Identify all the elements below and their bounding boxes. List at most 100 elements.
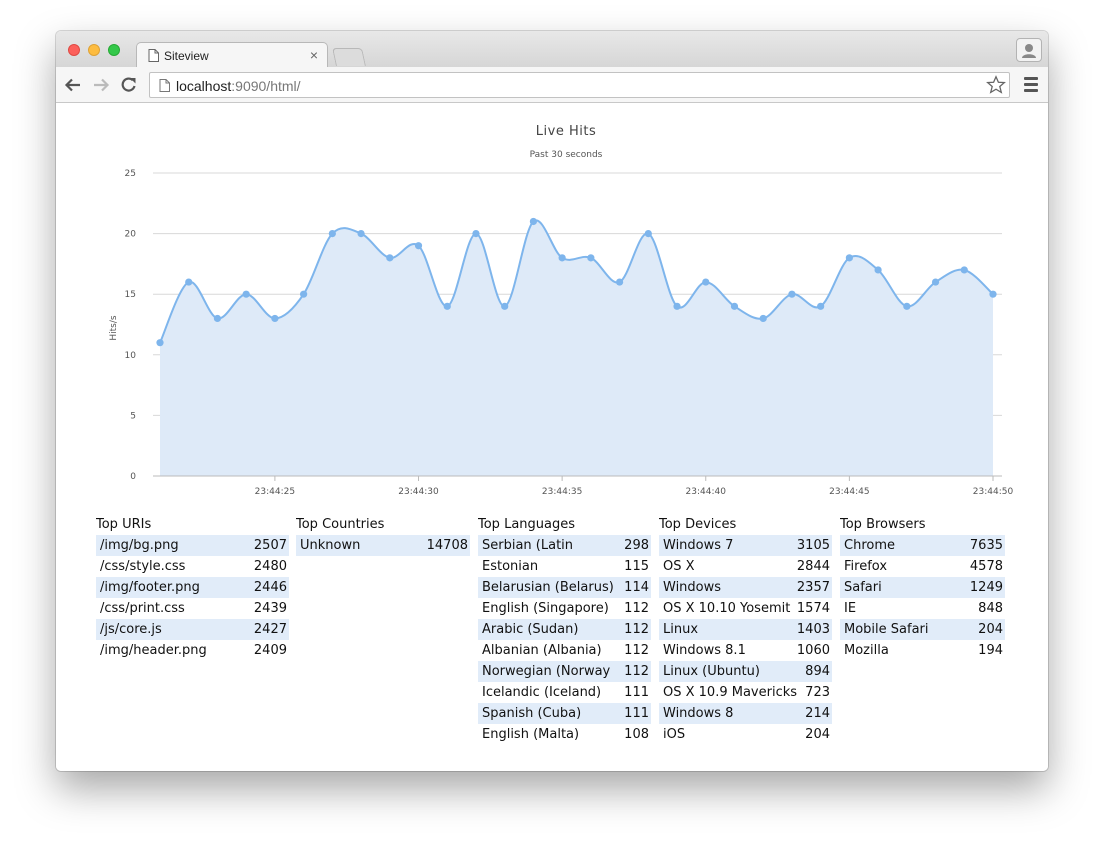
row-count: 112 (624, 622, 649, 637)
x-axis-ticks: 23:44:25 23:44:30 23:44:35 23:44:40 23:44:45… (153, 475, 1014, 497)
data-point[interactable] (501, 302, 509, 310)
data-point[interactable] (328, 230, 336, 238)
table-row: Mobile Safari 204 (840, 619, 1005, 640)
row-label: Estonian (482, 559, 539, 574)
data-point[interactable] (845, 254, 853, 262)
row-label: Windows 8.1 (663, 643, 746, 658)
page-icon (148, 49, 159, 62)
row-label: Windows 7 (663, 538, 734, 553)
table-row: Linux (Ubuntu) 894 (659, 661, 832, 682)
title-bar: Siteview × (56, 31, 1048, 68)
table-row: Firefox 4578 (840, 556, 1005, 577)
row-count: 112 (624, 643, 649, 658)
y-tick-label: 5 (130, 411, 136, 421)
data-point[interactable] (644, 230, 652, 238)
row-count: 204 (978, 622, 1003, 637)
row-count: 298 (624, 538, 649, 553)
data-point[interactable] (213, 314, 222, 323)
data-point[interactable] (300, 290, 308, 298)
row-count: 1249 (969, 580, 1003, 595)
row-count: 1574 (796, 601, 830, 616)
table-row: OS X 2844 (659, 556, 832, 577)
table-title: Top URIs (96, 517, 152, 532)
table-row: Spanish (Cuba) 111 (478, 703, 651, 724)
row-label: OS X (663, 559, 695, 574)
data-point[interactable] (558, 254, 566, 262)
data-point[interactable] (702, 278, 710, 286)
row-label: Windows 8 (663, 706, 734, 721)
row-label: Mobile Safari (844, 622, 929, 637)
table-title: Top Languages (478, 517, 575, 532)
forward-arrow-icon[interactable] (91, 75, 111, 95)
data-point[interactable] (529, 217, 538, 226)
row-label: Windows (663, 580, 722, 595)
row-label: OS X 10.9 Mavericks (663, 685, 798, 700)
table-title: Top Countries (296, 517, 385, 532)
page-icon (159, 79, 170, 92)
data-point[interactable] (472, 230, 480, 238)
person-icon (1022, 44, 1036, 58)
data-point[interactable] (759, 314, 767, 323)
data-point[interactable] (989, 290, 997, 298)
stats-tables: Top URIs/img/bg.png 2507/css/style.css 248… (96, 515, 1008, 755)
profile-button[interactable] (1016, 38, 1042, 62)
table-title: Top Devices (659, 517, 737, 532)
row-count: 2357 (796, 580, 830, 595)
menu-icon[interactable] (1024, 77, 1038, 93)
table-row: Serbian (Latin 298 (478, 535, 651, 556)
data-point[interactable] (874, 266, 882, 274)
row-count: 14708 (426, 538, 468, 553)
table-row: /img/header.png 2409 (96, 640, 289, 661)
browser-tab[interactable]: Siteview × (136, 42, 328, 68)
reload-icon[interactable] (119, 75, 139, 95)
data-point[interactable] (903, 302, 911, 310)
row-label: /img/bg.png (100, 538, 179, 553)
y-tick-label: 10 (125, 351, 137, 361)
data-point[interactable] (817, 302, 825, 310)
table-row: Windows 8.1 1060 (659, 640, 832, 661)
data-point[interactable] (242, 290, 250, 298)
y-tick-label: 20 (125, 230, 137, 240)
row-count: 214 (805, 706, 830, 721)
row-count: 1060 (796, 643, 830, 658)
data-point[interactable] (271, 314, 279, 323)
row-label: English (Malta) (482, 727, 580, 742)
tab-title: Siteview (164, 49, 209, 63)
data-point[interactable] (357, 230, 365, 238)
row-count: 111 (624, 706, 649, 721)
bookmark-star-icon[interactable] (986, 75, 1006, 95)
data-point[interactable] (443, 302, 451, 310)
row-label: Linux (Ubuntu) (663, 664, 760, 679)
tab-close-icon[interactable]: × (310, 47, 318, 63)
new-tab-button[interactable] (332, 48, 366, 66)
x-tick-label: 23:44:50 (973, 487, 1014, 497)
data-point[interactable] (673, 302, 681, 310)
maximize-window-button[interactable] (108, 44, 120, 56)
table-row: /css/print.css 2439 (96, 598, 289, 619)
data-point[interactable] (931, 278, 940, 286)
x-tick-label: 23:44:35 (542, 487, 582, 497)
row-count: 894 (805, 664, 830, 679)
data-point[interactable] (960, 266, 968, 274)
page-viewport: Live Hits Past 30 seconds Hits/s 0 5 10 15 2… (56, 103, 1048, 771)
close-window-button[interactable] (68, 44, 80, 56)
data-point[interactable] (615, 278, 624, 286)
x-tick-label: 23:44:25 (255, 487, 295, 497)
table-row: Chrome 7635 (840, 535, 1005, 556)
data-point[interactable] (386, 254, 394, 262)
data-point[interactable] (730, 302, 739, 310)
data-point[interactable] (156, 339, 164, 347)
row-label: Chrome (844, 538, 895, 553)
data-point[interactable] (185, 278, 193, 286)
data-point[interactable] (414, 242, 423, 250)
minimize-window-button[interactable] (88, 44, 100, 56)
table-title: Top Browsers (840, 517, 926, 532)
row-count: 2409 (253, 643, 287, 658)
row-label: Linux (663, 622, 699, 637)
y-tick-label: 15 (125, 290, 136, 300)
back-arrow-icon[interactable] (63, 75, 83, 95)
data-point[interactable] (788, 290, 796, 298)
data-point[interactable] (587, 254, 595, 262)
row-label: Arabic (Sudan) (482, 622, 579, 637)
address-bar[interactable]: localhost:9090/html/ (149, 72, 1010, 98)
